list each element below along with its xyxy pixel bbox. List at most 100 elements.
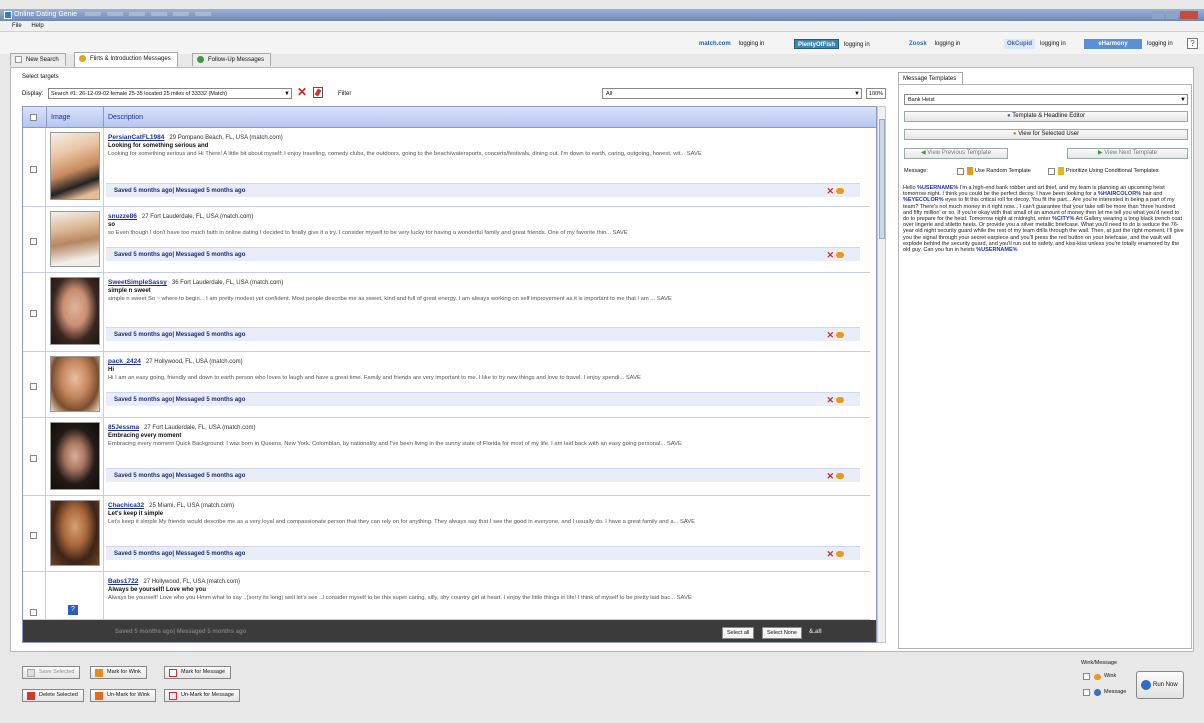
delete-selected-button[interactable]: Delete Selected xyxy=(22,689,84,702)
delete-search-icon[interactable]: ✕ xyxy=(297,86,307,98)
tab-follow-up[interactable]: Follow-Up Messages xyxy=(192,53,272,66)
username-link[interactable]: 85Jessma xyxy=(108,424,139,431)
username-link[interactable]: PersianCatFL1984 xyxy=(108,134,164,141)
display-select-value: Search #1: 26-12-09-02 female 25-35 loca… xyxy=(51,91,228,97)
profile-photo[interactable] xyxy=(50,356,100,412)
template-select[interactable]: Bank Heist ▼ xyxy=(904,94,1188,105)
unmessage-icon xyxy=(169,692,177,700)
remove-icon[interactable]: ✕ xyxy=(826,550,834,559)
unmark-message-button[interactable]: Un-Mark for Message xyxy=(164,689,240,702)
eharmony-logo: eHarmony xyxy=(1084,39,1142,49)
tab-flirts-introduction[interactable]: Flirts & Introduction Messages xyxy=(74,52,178,67)
maximize-button[interactable] xyxy=(1166,11,1178,19)
tab-label: Follow-Up Messages xyxy=(208,57,265,63)
random-template-checkbox[interactable] xyxy=(957,168,964,175)
profile-headline: Always be yourself! Love who you xyxy=(108,587,207,593)
heart-icon xyxy=(79,54,86,62)
profile-summary: so Even though I don't have too much fai… xyxy=(108,230,628,236)
profile-meta: 36 Fort Lauderdale, FL, USA (match.com) xyxy=(171,280,284,286)
wink-icon[interactable] xyxy=(836,332,844,338)
wink-icon[interactable] xyxy=(836,188,844,194)
mark-wink-button[interactable]: Mark for Wink xyxy=(90,666,147,679)
remove-icon[interactable]: ✕ xyxy=(826,396,834,405)
row-checkbox[interactable] xyxy=(30,238,37,245)
tab-new-search[interactable]: New Search xyxy=(10,53,66,66)
profile-headline: Embracing every moment xyxy=(108,433,182,439)
profile-meta: 27 Fort Lauderdale, FL, USA (match.com) xyxy=(141,214,254,220)
table-row: 85Jessma 27 Fort Lauderdale, FL, USA (mat… xyxy=(23,418,870,496)
profile-meta: 27 Hollywood, FL, USA (match.com) xyxy=(145,359,243,365)
settings-icon[interactable]: ? xyxy=(1187,38,1198,49)
menu-help[interactable]: Help xyxy=(31,23,43,29)
profile-photo[interactable] xyxy=(50,132,100,200)
wink-small-icon xyxy=(1094,674,1101,680)
site-zoosk: Zoosk logging in xyxy=(906,39,960,50)
wink-message-label: Wink/Message xyxy=(1081,660,1118,666)
message-checkbox[interactable] xyxy=(1083,689,1090,696)
username-link[interactable]: Chachica32 xyxy=(108,502,144,509)
description-column-header[interactable]: Description xyxy=(108,107,143,128)
profile-summary: Looking for something serious and Hi The… xyxy=(108,151,702,157)
remove-icon[interactable]: ✕ xyxy=(826,472,834,481)
status-bar: Saved 5 months ago| Messaged 5 months ag… xyxy=(106,247,860,261)
filter-select[interactable]: All ▼ xyxy=(602,88,862,99)
wink-icon[interactable] xyxy=(836,473,844,479)
select-all-button[interactable]: Select all xyxy=(722,627,755,639)
profile-photo[interactable] xyxy=(50,211,100,267)
grid-scrollbar[interactable] xyxy=(877,106,886,643)
profile-photo[interactable] xyxy=(50,277,100,345)
close-button[interactable] xyxy=(1180,11,1198,19)
template-select-value: Bank Heist xyxy=(908,97,935,103)
status-text: Saved 5 months ago| Messaged 5 months ag… xyxy=(114,551,246,557)
row-checkbox[interactable] xyxy=(30,166,37,173)
remove-icon[interactable]: ✕ xyxy=(826,251,834,260)
image-column-header[interactable]: Image xyxy=(46,107,104,128)
remove-icon[interactable]: ✕ xyxy=(826,187,834,196)
message-body[interactable]: Hello %USERNAME% I'm a high-end bank rob… xyxy=(903,185,1185,253)
menu-file[interactable]: File xyxy=(12,23,22,29)
mark-message-button[interactable]: Mark for Message xyxy=(164,666,232,679)
wink-icon[interactable] xyxy=(836,252,844,258)
minimize-button[interactable] xyxy=(1152,11,1164,19)
display-select[interactable]: Search #1: 26-12-09-02 female 25-35 loca… xyxy=(48,88,292,99)
row-checkbox[interactable] xyxy=(30,532,37,539)
unmark-wink-button[interactable]: Un-Mark for Wink xyxy=(90,689,156,702)
row-checkbox[interactable] xyxy=(30,609,37,616)
profile-summary: Embracing every moment Quick Background:… xyxy=(108,441,682,447)
username-link[interactable]: SweetSimpleSassy xyxy=(108,279,167,286)
save-icon xyxy=(27,669,35,677)
profile-photo[interactable] xyxy=(50,500,100,566)
username-link[interactable]: Babs1722 xyxy=(108,578,138,585)
message-templates-panel: Bank Heist ▼ ● Template & Headline Edito… xyxy=(898,84,1192,649)
template-editor-button[interactable]: ● Template & Headline Editor xyxy=(904,111,1188,122)
view-for-user-button[interactable]: ● View for Selected User xyxy=(904,129,1188,140)
wink-icon[interactable] xyxy=(836,397,844,403)
row-checkbox[interactable] xyxy=(30,383,37,390)
run-now-button[interactable]: Run Now xyxy=(1136,671,1184,699)
status-text: Saved 5 months ago| Messaged 5 months ag… xyxy=(114,397,246,403)
status-text: Saved 5 months ago| Messaged 5 months ag… xyxy=(114,188,246,194)
edit-search-icon[interactable] xyxy=(313,87,323,98)
wink-icon[interactable] xyxy=(836,551,844,557)
profile-meta: 25 Miami, FL, USA (match.com) xyxy=(149,503,235,509)
row-checkbox[interactable] xyxy=(30,310,37,317)
row-checkbox[interactable] xyxy=(30,455,37,462)
remove-icon[interactable]: ✕ xyxy=(826,331,834,340)
save-selected-button[interactable]: Save Selected xyxy=(22,666,81,679)
scrollbar-thumb[interactable] xyxy=(879,119,885,239)
conditional-templates-checkbox[interactable] xyxy=(1048,168,1055,175)
run-icon xyxy=(1141,680,1151,690)
username-link[interactable]: snuzze86 xyxy=(108,213,137,220)
zoom-field[interactable]: 100% xyxy=(866,88,886,99)
next-template-button[interactable]: ▶ View Next Template xyxy=(1067,148,1188,159)
previous-template-button[interactable]: ◀ View Previous Template xyxy=(904,148,1008,159)
select-none-button[interactable]: Select None xyxy=(762,627,802,639)
filter-select-value: All xyxy=(606,91,613,97)
message-icon xyxy=(169,669,177,677)
username-link[interactable]: pack_2424 xyxy=(108,358,141,365)
wink-checkbox[interactable] xyxy=(1083,673,1090,680)
profile-headline: Let's keep it simple xyxy=(108,511,164,517)
profile-photo[interactable] xyxy=(50,422,100,490)
message-placeholder: %USERNAME% xyxy=(976,247,1018,254)
select-all-checkbox[interactable] xyxy=(30,114,37,121)
